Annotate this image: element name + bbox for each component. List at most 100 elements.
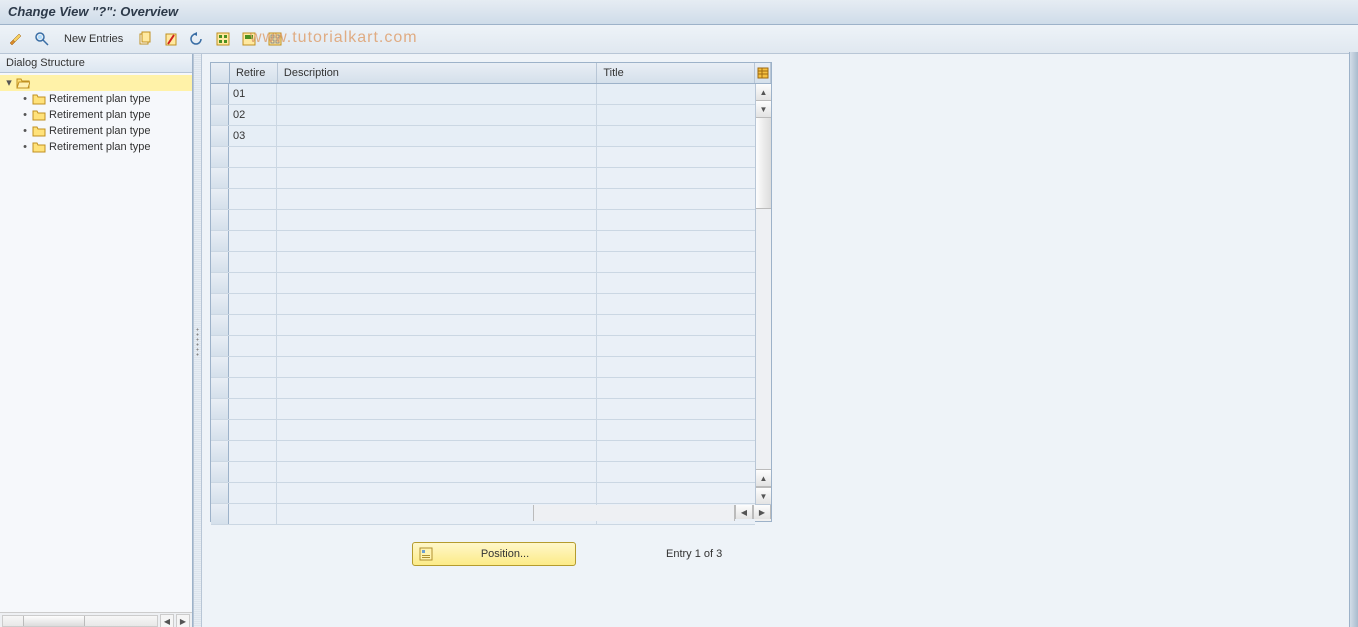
cell-description[interactable] (277, 462, 597, 482)
position-button[interactable]: Position... (412, 542, 576, 566)
cell-title[interactable] (597, 252, 755, 272)
scroll-right-icon[interactable]: ▶ (176, 614, 190, 627)
row-selector[interactable] (211, 336, 229, 356)
row-selector[interactable] (211, 378, 229, 398)
row-selector[interactable] (211, 420, 229, 440)
table-row[interactable] (211, 420, 755, 441)
cell-description[interactable] (277, 273, 597, 293)
cell-description[interactable] (277, 357, 597, 377)
row-selector[interactable] (211, 315, 229, 335)
row-selector[interactable] (211, 105, 229, 125)
row-selector[interactable] (211, 357, 229, 377)
row-selector[interactable] (211, 84, 229, 104)
cell-retire[interactable] (229, 273, 277, 293)
select-all-button[interactable] (213, 29, 233, 49)
cell-description[interactable] (277, 126, 597, 146)
table-row[interactable] (211, 441, 755, 462)
copy-button[interactable] (135, 29, 155, 49)
table-row[interactable] (211, 168, 755, 189)
cell-retire[interactable] (229, 252, 277, 272)
sidebar-splitter[interactable] (193, 54, 202, 627)
tree-item[interactable]: • Retirement plan type (0, 123, 192, 139)
table-row[interactable] (211, 399, 755, 420)
cell-title[interactable] (597, 441, 755, 461)
cell-retire[interactable] (229, 315, 277, 335)
delete-button[interactable] (161, 29, 181, 49)
cell-title[interactable] (597, 210, 755, 230)
row-selector[interactable] (211, 252, 229, 272)
table-row[interactable]: 02 (211, 105, 755, 126)
cell-description[interactable] (277, 441, 597, 461)
table-row[interactable] (211, 378, 755, 399)
dialog-tree[interactable]: ▾ • Retirement plan type • Retirement pl… (0, 73, 192, 612)
col-header-description[interactable]: Description (278, 63, 597, 83)
table-row[interactable] (211, 315, 755, 336)
row-selector[interactable] (211, 462, 229, 482)
cell-description[interactable] (277, 315, 597, 335)
table-row[interactable] (211, 483, 755, 504)
cell-retire[interactable] (229, 462, 277, 482)
row-selector[interactable] (211, 273, 229, 293)
tree-collapse-icon[interactable]: ▾ (4, 75, 14, 91)
row-selector[interactable] (211, 294, 229, 314)
cell-description[interactable] (277, 168, 597, 188)
undo-button[interactable] (187, 29, 207, 49)
cell-title[interactable] (597, 483, 755, 503)
cell-retire[interactable]: 01 (229, 84, 277, 104)
scroll-up-icon[interactable]: ▲ (756, 84, 771, 101)
cell-retire[interactable] (229, 231, 277, 251)
cell-title[interactable] (597, 357, 755, 377)
cell-retire[interactable] (229, 441, 277, 461)
hscroll-left-icon[interactable]: ◀ (735, 505, 753, 519)
table-row[interactable] (211, 273, 755, 294)
cell-title[interactable] (597, 399, 755, 419)
page-up-icon[interactable]: ▼ (756, 101, 771, 118)
page-down-icon[interactable]: ▲ (756, 469, 771, 487)
cell-retire[interactable] (229, 168, 277, 188)
cell-retire[interactable] (229, 399, 277, 419)
deselect-all-button[interactable] (265, 29, 285, 49)
cell-description[interactable] (277, 378, 597, 398)
table-row[interactable] (211, 210, 755, 231)
cell-description[interactable] (277, 252, 597, 272)
tree-root[interactable]: ▾ (0, 75, 192, 91)
toggle-edit-button[interactable] (6, 29, 26, 49)
row-selector[interactable] (211, 231, 229, 251)
cell-description[interactable] (277, 210, 597, 230)
scroll-left-icon[interactable]: ◀ (160, 614, 174, 627)
row-selector[interactable] (211, 189, 229, 209)
cell-retire[interactable]: 03 (229, 126, 277, 146)
cell-title[interactable] (597, 378, 755, 398)
cell-title[interactable] (597, 462, 755, 482)
cell-title[interactable] (597, 336, 755, 356)
cell-title[interactable] (597, 273, 755, 293)
cell-retire[interactable] (229, 147, 277, 167)
cell-retire[interactable] (229, 357, 277, 377)
table-row[interactable] (211, 294, 755, 315)
table-row[interactable] (211, 147, 755, 168)
select-block-button[interactable] (239, 29, 259, 49)
table-row[interactable] (211, 231, 755, 252)
grid-config-button[interactable] (755, 63, 771, 83)
cell-retire[interactable]: 02 (229, 105, 277, 125)
cell-title[interactable] (597, 126, 755, 146)
cell-description[interactable] (277, 420, 597, 440)
cell-description[interactable] (277, 105, 597, 125)
sidebar-horizontal-scrollbar[interactable]: ◀ ▶ (0, 612, 192, 627)
cell-retire[interactable] (229, 294, 277, 314)
cell-description[interactable] (277, 231, 597, 251)
cell-title[interactable] (597, 84, 755, 104)
table-row[interactable]: 03 (211, 126, 755, 147)
tree-item[interactable]: • Retirement plan type (0, 139, 192, 155)
col-header-retire[interactable]: Retire (230, 63, 278, 83)
row-selector[interactable] (211, 399, 229, 419)
cell-title[interactable] (597, 294, 755, 314)
table-row[interactable] (211, 252, 755, 273)
cell-title[interactable] (597, 420, 755, 440)
row-marker-header[interactable] (211, 63, 230, 83)
row-selector[interactable] (211, 441, 229, 461)
row-selector[interactable] (211, 483, 229, 503)
new-entries-button[interactable]: New Entries (58, 31, 129, 47)
row-selector[interactable] (211, 168, 229, 188)
cell-title[interactable] (597, 189, 755, 209)
